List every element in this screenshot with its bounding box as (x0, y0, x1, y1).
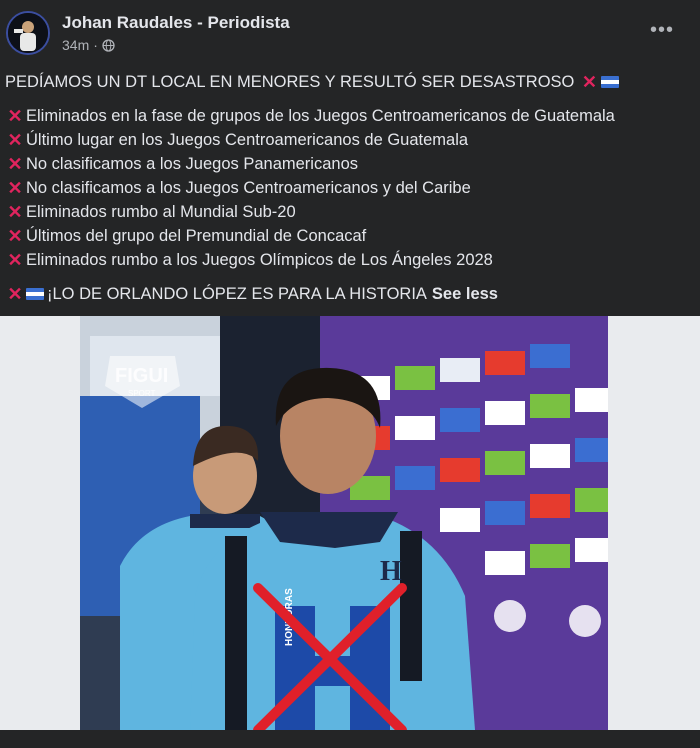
list-item: ✕ Eliminados rumbo a los Juegos Olímpicos… (5, 248, 695, 272)
list-item: ✕ Eliminados rumbo al Mundial Sub-20 (5, 200, 695, 224)
globe-icon[interactable] (102, 38, 115, 52)
post-closing: ¡LO DE ORLANDO LÓPEZ ES PARA LA HISTORIA (47, 285, 427, 303)
cross-mark-icon: ✕ (7, 202, 23, 222)
post-media: FIGUI SPORT H (0, 316, 700, 730)
svg-text:SPORT: SPORT (128, 389, 156, 398)
post-headline-line: PEDÍAMOS UN DT LOCAL EN MENORES Y RESULT… (5, 70, 695, 94)
list-item: ✕ Eliminados en la fase de grupos de los … (5, 104, 695, 128)
svg-text:H: H (380, 556, 402, 587)
post-text: PEDÍAMOS UN DT LOCAL EN MENORES Y RESULT… (5, 70, 695, 306)
facebook-post: Johan Raudales - Periodista 34m · ••• PE… (0, 0, 700, 748)
cross-mark-icon: ✕ (7, 284, 23, 304)
see-less-link[interactable]: See less (432, 282, 498, 306)
list-item-text: No clasificamos a los Juegos Panamerican… (26, 155, 358, 173)
honduras-flag-icon (26, 288, 44, 300)
cross-mark-icon: ✕ (7, 106, 23, 126)
post-timestamp[interactable]: 34m (62, 37, 89, 53)
more-options-icon[interactable]: ••• (648, 20, 676, 46)
list-item-text: No clasificamos a los Juegos Centroameri… (26, 179, 471, 197)
list-item-text: Eliminados rumbo a los Juegos Olímpicos … (26, 251, 493, 269)
list-item: ✕ No clasificamos a los Juegos Centroamer… (5, 176, 695, 200)
author-avatar[interactable] (6, 11, 50, 55)
post-footer-strip (0, 730, 700, 748)
author-name[interactable]: Johan Raudales - Periodista (62, 13, 290, 33)
list-item-text: Últimos del grupo del Premundial de Conc… (26, 227, 367, 245)
post-closing-line: ✕ ¡LO DE ORLANDO LÓPEZ ES PARA LA HISTOR… (5, 282, 695, 306)
post-meta: 34m · (62, 37, 115, 53)
list-item-text: Eliminados rumbo al Mundial Sub-20 (26, 203, 296, 221)
list-item: ✕ No clasificamos a los Juegos Panamerica… (5, 152, 695, 176)
post-photo[interactable]: FIGUI SPORT H (80, 316, 608, 730)
list-item-text: Último lugar en los Juegos Centroamerica… (26, 131, 469, 149)
list-item: ✕ Últimos del grupo del Premundial de Con… (5, 224, 695, 248)
post-header: Johan Raudales - Periodista 34m · ••• (0, 0, 700, 66)
cross-mark-icon: ✕ (7, 154, 23, 174)
cross-mark-icon: ✕ (581, 72, 597, 92)
svg-text:FIGUI: FIGUI (115, 365, 168, 387)
honduras-flag-icon (601, 76, 620, 88)
cross-mark-icon: ✕ (7, 226, 23, 246)
list-item-text: Eliminados en la fase de grupos de los J… (26, 107, 615, 125)
cross-mark-icon: ✕ (7, 178, 23, 198)
list-item: ✕ Último lugar en los Juegos Centroameric… (5, 128, 695, 152)
post-headline: PEDÍAMOS UN DT LOCAL EN MENORES Y RESULT… (5, 73, 575, 91)
cross-mark-icon: ✕ (7, 130, 23, 150)
cross-mark-icon: ✕ (7, 250, 23, 270)
